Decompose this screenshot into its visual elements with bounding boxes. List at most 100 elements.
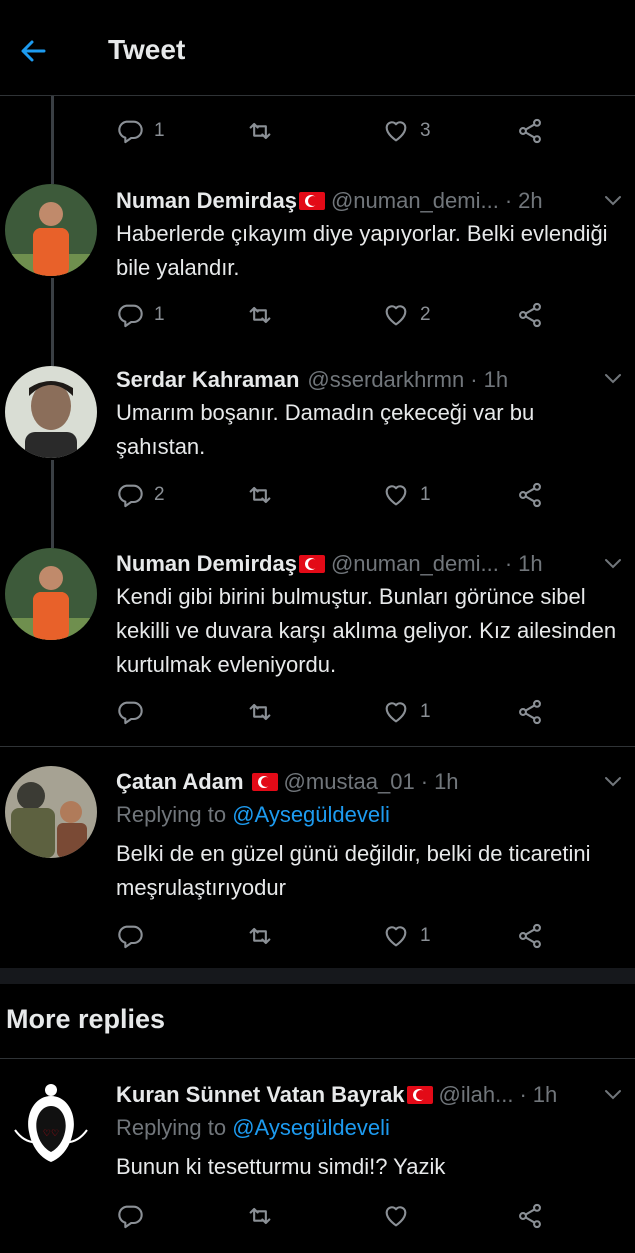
reply-button[interactable]: 2 bbox=[116, 478, 165, 512]
retweet-button[interactable] bbox=[246, 1199, 274, 1233]
share-button[interactable] bbox=[516, 478, 544, 512]
user-handle[interactable]: @ilah... bbox=[439, 1082, 514, 1108]
separator-dot: · bbox=[504, 551, 513, 576]
section-divider bbox=[0, 968, 635, 984]
retweet-icon bbox=[246, 117, 274, 145]
retweet-button[interactable] bbox=[246, 695, 284, 729]
avatar[interactable] bbox=[5, 366, 97, 458]
reply-count: 1 bbox=[154, 120, 165, 141]
retweet-icon bbox=[246, 698, 274, 726]
more-replies-heading[interactable]: More replies bbox=[6, 1004, 165, 1035]
display-name[interactable]: Çatan Adam bbox=[116, 769, 244, 795]
mention-link[interactable]: @Aysegüldeveli bbox=[232, 1115, 390, 1140]
retweet-button[interactable] bbox=[246, 298, 284, 332]
chevron-down-icon[interactable] bbox=[603, 194, 623, 208]
tweet-actions: 1 3 bbox=[116, 114, 586, 148]
display-name[interactable]: Serdar Kahraman bbox=[116, 367, 299, 393]
like-button[interactable]: 1 bbox=[382, 478, 431, 512]
tweet-text: Bunun ki tesetturmu simdi!? Yazik bbox=[116, 1154, 446, 1179]
like-button[interactable]: 1 bbox=[382, 695, 431, 729]
like-button[interactable]: 2 bbox=[382, 298, 431, 332]
like-count: 1 bbox=[420, 484, 431, 505]
display-name[interactable]: Numan Demirdaş bbox=[116, 188, 297, 214]
share-button[interactable] bbox=[516, 114, 544, 148]
like-count: 1 bbox=[420, 701, 431, 722]
timestamp[interactable]: 1h bbox=[518, 551, 542, 577]
share-button[interactable] bbox=[516, 298, 544, 332]
share-button[interactable] bbox=[516, 1199, 544, 1233]
tweet-header: Serdar Kahraman @sserdarkhrmn · 1h bbox=[116, 365, 616, 395]
tweet-actions: 1 bbox=[116, 695, 586, 729]
back-button[interactable] bbox=[14, 32, 52, 70]
avatar[interactable] bbox=[5, 184, 97, 276]
user-handle[interactable]: @numan_demi... bbox=[331, 551, 499, 577]
display-name[interactable]: Kuran Sünnet Vatan Bayrak bbox=[116, 1082, 405, 1108]
avatar[interactable] bbox=[5, 766, 97, 858]
tweet-text: Umarım boşanır. Damadın çekeceği var bu … bbox=[116, 400, 535, 459]
avatar[interactable] bbox=[5, 1078, 97, 1170]
retweet-icon bbox=[246, 1202, 274, 1230]
replying-label: Replying to bbox=[116, 802, 227, 827]
reply-button[interactable]: 1 bbox=[116, 114, 165, 148]
timestamp[interactable]: 1h bbox=[434, 769, 458, 795]
chevron-down-icon[interactable] bbox=[603, 372, 623, 386]
reply-button[interactable] bbox=[116, 695, 154, 729]
share-icon bbox=[516, 481, 544, 509]
tweet-header: Kuran Sünnet Vatan Bayrak @ilah... · 1h bbox=[116, 1080, 616, 1110]
display-name[interactable]: Numan Demirdaş bbox=[116, 551, 297, 577]
like-button[interactable]: 1 bbox=[382, 919, 431, 953]
turkish-flag-icon bbox=[298, 192, 325, 210]
thread-line bbox=[51, 278, 54, 366]
retweet-icon bbox=[246, 301, 274, 329]
reply-count: 2 bbox=[154, 484, 165, 505]
user-handle[interactable]: @numan_demi... bbox=[331, 188, 499, 214]
reply-icon bbox=[116, 1202, 144, 1230]
reply-button[interactable] bbox=[116, 1199, 144, 1233]
share-icon bbox=[516, 922, 544, 950]
page-title: Tweet bbox=[108, 34, 186, 65]
share-button[interactable] bbox=[516, 695, 544, 729]
top-bar: Tweet bbox=[0, 0, 635, 96]
reply-icon bbox=[116, 698, 144, 726]
tweet-text: Kendi gibi birini bulmuştur. Bunları gör… bbox=[116, 584, 617, 677]
tweet-text: Belki de en güzel günü değildir, belki d… bbox=[116, 841, 591, 900]
separator-dot: · bbox=[470, 367, 478, 392]
reply-button[interactable] bbox=[116, 919, 154, 953]
turkish-flag-icon bbox=[251, 773, 278, 791]
replying-to: Replying to @Aysegüldeveli bbox=[116, 1115, 390, 1141]
replying-label: Replying to bbox=[116, 1115, 227, 1140]
share-button[interactable] bbox=[516, 919, 544, 953]
like-button[interactable] bbox=[382, 1199, 410, 1233]
like-button[interactable]: 3 bbox=[382, 114, 431, 148]
reply-button[interactable]: 1 bbox=[116, 298, 165, 332]
chevron-down-icon[interactable] bbox=[603, 775, 623, 789]
timestamp[interactable]: 1h bbox=[533, 1082, 557, 1108]
timestamp[interactable]: 2h bbox=[518, 188, 542, 214]
chevron-down-icon[interactable] bbox=[603, 1088, 623, 1102]
reply-count: 1 bbox=[154, 304, 165, 325]
reply-icon bbox=[116, 481, 144, 509]
like-icon bbox=[382, 922, 410, 950]
retweet-button[interactable] bbox=[246, 114, 284, 148]
divider bbox=[0, 746, 635, 747]
user-handle[interactable]: @sserdarkhrmn bbox=[307, 367, 464, 393]
chevron-down-icon[interactable] bbox=[603, 557, 623, 571]
turkish-flag-icon bbox=[406, 1086, 433, 1104]
share-icon bbox=[516, 301, 544, 329]
retweet-button[interactable] bbox=[246, 919, 284, 953]
separator-dot: · bbox=[504, 188, 513, 213]
retweet-button[interactable] bbox=[246, 478, 284, 512]
reply-icon bbox=[116, 922, 144, 950]
turkish-flag-icon bbox=[298, 555, 325, 573]
timestamp[interactable]: 1h bbox=[484, 367, 508, 393]
separator-dot: · bbox=[420, 769, 429, 794]
avatar[interactable] bbox=[5, 548, 97, 640]
thread-line bbox=[51, 460, 54, 548]
retweet-icon bbox=[246, 922, 274, 950]
mention-link[interactable]: @Aysegüldeveli bbox=[232, 802, 390, 827]
like-icon bbox=[382, 481, 410, 509]
like-count: 2 bbox=[420, 304, 431, 325]
retweet-icon bbox=[246, 481, 274, 509]
like-count: 1 bbox=[420, 925, 431, 946]
user-handle[interactable]: @mustaa_01 bbox=[284, 769, 415, 795]
